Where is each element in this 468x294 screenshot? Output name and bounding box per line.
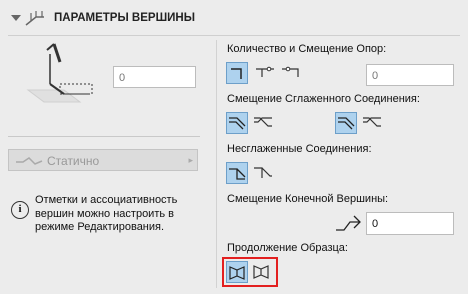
- pattern-continuation-label: Продолжение Образца:: [227, 242, 348, 254]
- smooth-offset-a-button[interactable]: [226, 112, 248, 134]
- support-first-button[interactable]: [226, 62, 248, 84]
- railing-panel-icon: [25, 11, 44, 26]
- supports-offset-field[interactable]: 0: [366, 64, 454, 86]
- panel-header[interactable]: ПАРАМЕТРЫ ВЕРШИНЫ: [0, 0, 468, 36]
- info-line-1: Отметки и ассоциативность: [35, 194, 178, 206]
- nonsmooth-b-button[interactable]: [252, 162, 274, 184]
- end-vertex-offset-label: Смещение Конечной Вершины:: [227, 193, 389, 205]
- pattern-continue-button[interactable]: [226, 261, 248, 283]
- chevron-right-icon: ▸: [188, 155, 193, 165]
- nonsmooth-a-button[interactable]: [226, 162, 248, 184]
- end-offset-icon: [336, 215, 361, 231]
- pattern-restart-button[interactable]: [251, 261, 273, 283]
- nonsmooth-connection-label: Несглаженные Соединения:: [227, 143, 372, 155]
- panel-title: ПАРАМЕТРЫ ВЕРШИНЫ: [54, 12, 195, 24]
- support-middle-button[interactable]: [254, 62, 276, 84]
- smooth-offset-c-button[interactable]: [335, 112, 357, 134]
- static-dropdown-label: Статично: [47, 154, 100, 168]
- info-text: Отметки и ассоциативность вершин можно н…: [35, 194, 205, 235]
- end-vertex-offset-field[interactable]: 0: [366, 212, 454, 235]
- smooth-offset-d-button[interactable]: [361, 112, 383, 134]
- header-divider: [8, 35, 460, 36]
- smooth-offset-b-button[interactable]: [252, 112, 274, 134]
- supports-label: Количество и Смещение Опор:: [227, 43, 387, 55]
- left-divider: [8, 136, 200, 137]
- smooth-connection-label: Смещение Сглаженного Соединения:: [227, 93, 420, 105]
- info-line-2: вершин можно настроить в: [35, 207, 174, 220]
- vertex-value-field[interactable]: 0: [113, 66, 196, 88]
- info-icon: i: [11, 201, 29, 219]
- static-dropdown[interactable]: Статично ▸: [8, 149, 198, 171]
- info-line-3: режиме Редактирования.: [35, 221, 165, 233]
- support-last-button[interactable]: [280, 62, 302, 84]
- column-divider: [216, 40, 217, 288]
- curve-icon: [16, 157, 43, 165]
- vertex-preview-illustration: [26, 43, 93, 103]
- collapse-triangle-icon[interactable]: [11, 15, 21, 21]
